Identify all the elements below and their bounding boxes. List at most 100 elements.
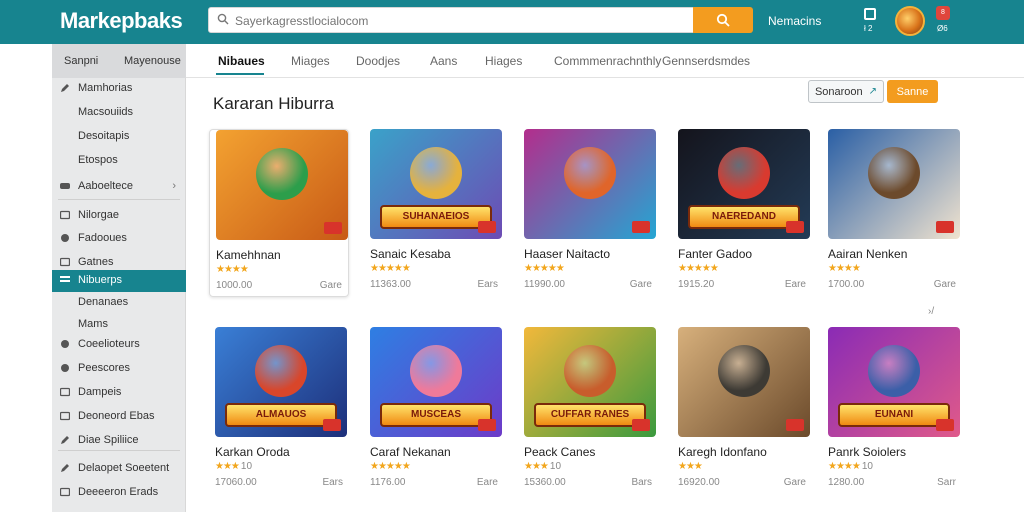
search-button[interactable] (693, 7, 753, 33)
game-logo-banner: CUFFAR RANES (534, 403, 646, 427)
tab[interactable]: Gennserdsmdes (662, 54, 750, 68)
game-card[interactable]: SUHANAEIOS Sanaic Kesaba ★★★★★ 11363.00 Ears (364, 129, 504, 297)
sidebar-item-label: Denanaes (78, 296, 129, 308)
pencil-icon (60, 463, 70, 473)
apps-icon[interactable] (864, 8, 876, 20)
sidebar-item[interactable]: Mams (52, 314, 186, 336)
sidebar-item[interactable]: Nilorgae (52, 205, 186, 227)
sidebar-item-label: Diae Spiliice (78, 434, 139, 446)
game-thumbnail[interactable] (828, 129, 960, 239)
notification-badge[interactable]: 8 (936, 6, 950, 20)
game-title[interactable]: Karegh Idonfano (678, 445, 767, 459)
game-thumbnail[interactable]: CUFFAR RANES (524, 327, 656, 437)
game-badge-icon (632, 419, 650, 431)
game-card[interactable]: Karegh Idonfano ★★★ 16920.00 Gare (672, 327, 812, 495)
sidebar-item[interactable]: Dampeis (52, 382, 186, 404)
sidebar-item[interactable]: Macsouiids (52, 102, 186, 124)
star-rating: ★★★★ (828, 263, 861, 274)
avatar[interactable] (895, 6, 925, 36)
game-tag: Bars (631, 477, 652, 488)
sidebar-header: Sanpni Mayenouse (52, 44, 186, 78)
tab[interactable]: Nibaues (218, 54, 265, 68)
tab[interactable]: Hiages (485, 54, 522, 68)
game-title[interactable]: Caraf Nekanan (370, 445, 451, 459)
game-title[interactable]: Karkan Oroda (215, 445, 290, 459)
game-thumbnail[interactable] (216, 130, 348, 240)
game-tag: Gare (783, 477, 806, 488)
tab[interactable]: Commmenrachnthly (554, 54, 661, 68)
chevron-right-icon: › (172, 180, 176, 192)
app-logo[interactable]: Markepbaks (60, 8, 183, 34)
game-character-art (718, 147, 770, 199)
game-thumbnail[interactable]: SUHANAEIOS (370, 129, 502, 239)
star-rating: ★★★ 10 (524, 461, 562, 472)
game-thumbnail[interactable]: EUNANI (828, 327, 960, 437)
game-price: 15360.00 (524, 477, 566, 488)
game-title[interactable]: Kamehhnan (216, 248, 281, 262)
sidebar-item[interactable]: Nibuerps (52, 270, 186, 292)
image-icon (59, 387, 71, 397)
sidebar-header-right[interactable]: Mayenouse (124, 55, 181, 67)
search-input[interactable] (235, 12, 675, 30)
game-card[interactable]: MUSCEAS Caraf Nekanan ★★★★★ 1176.00 Eare (364, 327, 504, 495)
sidebar-item[interactable]: Deoneord Ebas (52, 406, 186, 428)
game-card[interactable]: ALMAUOS Karkan Oroda ★★★ 10 17060.00 Ears (209, 327, 349, 495)
game-thumbnail[interactable]: ALMAUOS (215, 327, 347, 437)
sidebar-item[interactable]: Denanaes (52, 292, 186, 314)
game-price: 1915.20 (678, 279, 715, 290)
active-tab-indicator (216, 73, 264, 75)
sidebar-header-left[interactable]: Sanpni (64, 55, 98, 67)
sidebar-item[interactable]: Peescores (52, 358, 186, 380)
game-title[interactable]: Fanter Gadoo (678, 247, 752, 261)
sidebar-item-label: Dampeis (78, 386, 122, 398)
search-box[interactable] (208, 7, 694, 33)
game-title[interactable]: Sanaic Kesaba (370, 247, 451, 261)
tab[interactable]: Doodjes (356, 54, 400, 68)
pencil-icon (60, 435, 70, 445)
save-button[interactable]: Sanne (887, 80, 938, 103)
game-card[interactable]: Kamehhnan ★★★★ 1000.00 Gare (209, 129, 349, 297)
sidebar-divider (58, 450, 180, 451)
game-card[interactable]: Haaser Naitacto ★★★★★ 11990.00 Gare (518, 129, 658, 297)
top-nav-link[interactable]: Nemacins (768, 14, 821, 28)
game-title[interactable]: Panrk Soiolers (828, 445, 906, 459)
game-card[interactable]: NAEREDAND Fanter Gadoo ★★★★★ 1915.20 Eare (672, 129, 812, 297)
sidebar-item[interactable]: Diae Spiliice (52, 430, 186, 452)
game-thumbnail[interactable]: MUSCEAS (370, 327, 502, 437)
star-rating: ★★★★ 10 (828, 461, 873, 472)
star-rating: ★★★★ (216, 264, 249, 275)
sidebar-item[interactable]: Fadooues (52, 228, 186, 250)
tab[interactable]: Aans (430, 54, 457, 68)
game-thumbnail[interactable]: NAEREDAND (678, 129, 810, 239)
game-character-art (868, 147, 920, 199)
sort-button[interactable]: Sonaroon ↗ (808, 80, 884, 103)
game-badge-icon (478, 419, 496, 431)
sidebar-item[interactable]: Delaopet Soeetent (52, 458, 186, 480)
rating-count: 10 (861, 461, 873, 472)
sidebar-item-label: Gatnes (78, 256, 114, 268)
game-thumbnail[interactable] (524, 129, 656, 239)
game-badge-icon (786, 221, 804, 233)
game-thumbnail[interactable] (678, 327, 810, 437)
rating-count: 10 (240, 461, 253, 472)
game-badge-icon (936, 221, 954, 233)
game-title[interactable]: Aairan Nenken (828, 247, 907, 261)
game-price: 1176.00 (370, 477, 406, 488)
more-link[interactable]: ›/ (928, 306, 934, 317)
circle-icon (60, 339, 70, 349)
sidebar-item[interactable]: Deeeeron Erads (52, 482, 186, 504)
game-title[interactable]: Haaser Naitacto (524, 247, 610, 261)
game-logo-banner: ALMAUOS (225, 403, 337, 427)
sidebar-item[interactable]: Desoitapis (52, 126, 186, 148)
game-card[interactable]: Aairan Nenken ★★★★ 1700.00 Gare (822, 129, 962, 297)
sidebar-item[interactable]: Etospos (52, 150, 186, 172)
tab[interactable]: Miages (291, 54, 330, 68)
game-title[interactable]: Peack Canes (524, 445, 595, 459)
star-rating: ★★★★★ (370, 461, 411, 472)
sidebar-item[interactable]: Aaboeltece › (52, 176, 186, 198)
sidebar-item[interactable]: Mamhorias (52, 78, 186, 100)
game-card[interactable]: EUNANI Panrk Soiolers ★★★★ 10 1280.00 Sarr (822, 327, 962, 495)
game-price: 11363.00 (370, 279, 411, 290)
game-card[interactable]: CUFFAR RANES Peack Canes ★★★ 10 15360.00 Bars (518, 327, 658, 495)
sidebar-item[interactable]: Coeelioteurs (52, 334, 186, 356)
